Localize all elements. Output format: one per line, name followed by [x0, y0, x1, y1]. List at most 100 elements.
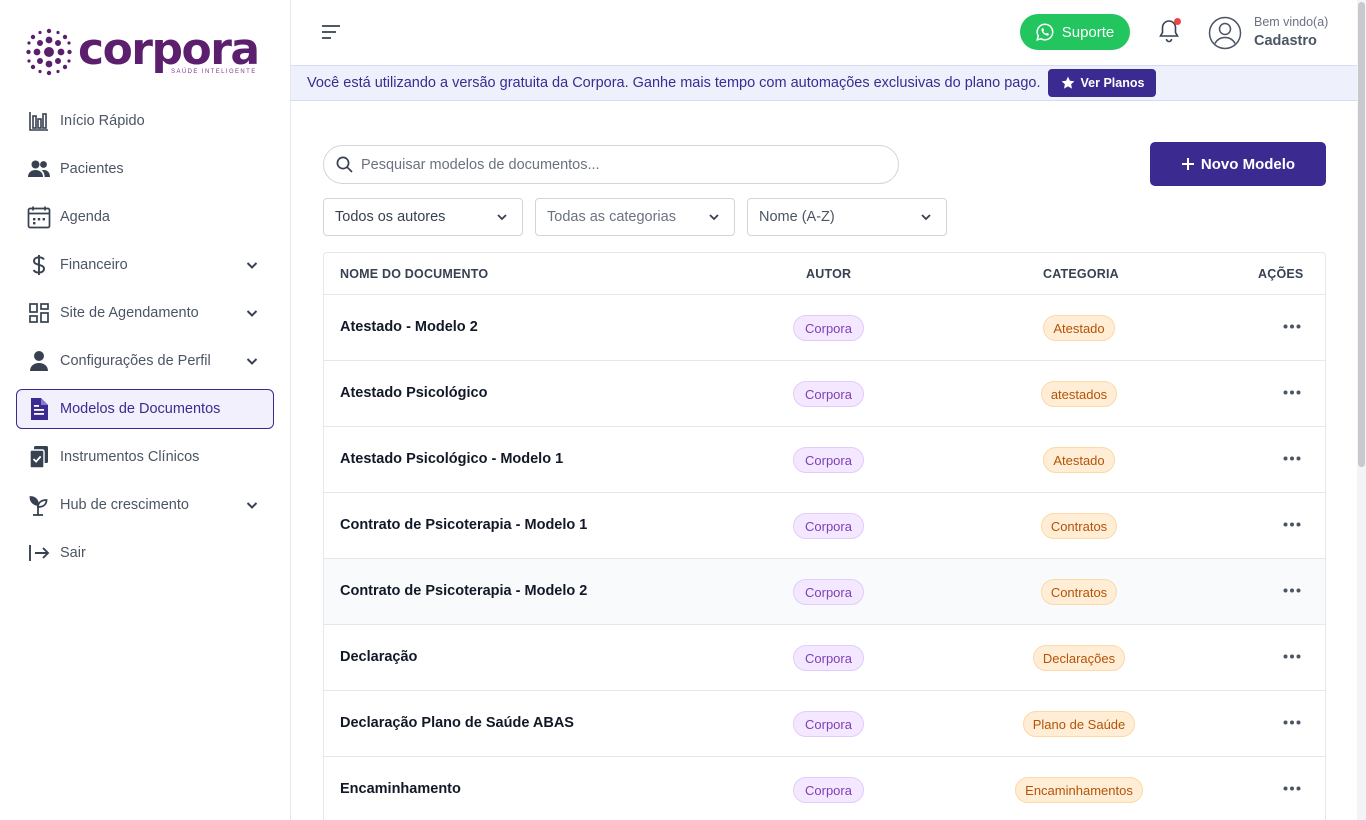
banner-text: Você está utilizando a versão gratuita d…	[307, 75, 1041, 91]
author-filter-select[interactable]: Todos os autores	[323, 198, 523, 236]
document-name[interactable]: Declaração Plano de Saúde ABAS	[340, 715, 574, 731]
support-label: Suporte	[1061, 23, 1115, 41]
chevron-down-icon	[246, 262, 258, 269]
table-row[interactable]: Contrato de Psicoterapia - Modelo 2 Corp…	[324, 559, 1325, 625]
row-actions-button[interactable]	[1279, 779, 1305, 797]
more-horizontal-icon	[1283, 720, 1301, 724]
see-plans-button[interactable]: Ver Planos	[1048, 69, 1157, 97]
document-name[interactable]: Encaminhamento	[340, 781, 461, 797]
sidebar-item-label: Financeiro	[60, 257, 128, 273]
category-badge: atestados	[1040, 381, 1118, 407]
sidebar-item-instrumentos-clinicos[interactable]: Instrumentos Clínicos	[16, 437, 274, 477]
search-box[interactable]	[323, 145, 899, 184]
corpora-logo[interactable]: corpora SAÚDE INTELIGENTE	[26, 24, 260, 76]
sidebar-item-hub-de-crescimento[interactable]: Hub de crescimento	[16, 485, 274, 525]
category-badge: Contratos	[1040, 513, 1118, 539]
document-name[interactable]: Contrato de Psicoterapia - Modelo 2	[340, 583, 587, 599]
more-horizontal-icon	[1283, 522, 1301, 526]
row-actions-button[interactable]	[1279, 383, 1305, 401]
sidebar-item-label: Pacientes	[60, 161, 124, 177]
document-name[interactable]: Declaração	[340, 649, 417, 665]
row-actions-button[interactable]	[1279, 581, 1305, 599]
notification-dot	[1174, 18, 1181, 25]
document-name[interactable]: Atestado Psicológico	[340, 385, 487, 401]
table-row[interactable]: Contrato de Psicoterapia - Modelo 1 Corp…	[324, 493, 1325, 559]
user-menu[interactable]: Bem vindo(a) Cadastro	[1208, 14, 1328, 52]
more-horizontal-icon	[1283, 588, 1301, 592]
sidebar-item-financeiro[interactable]: Financeiro	[16, 245, 274, 285]
table-row[interactable]: Encaminhamento Corpora Encaminhamentos	[324, 757, 1325, 820]
category-badge: Encaminhamentos	[1015, 777, 1143, 803]
sidebar-item-label: Configurações de Perfil	[60, 353, 211, 369]
row-actions-button[interactable]	[1279, 449, 1305, 467]
menu-toggle-icon[interactable]	[320, 23, 342, 41]
category-badge: Atestado	[1043, 447, 1115, 473]
author-badge: Corpora	[793, 381, 864, 407]
chevron-down-icon	[709, 214, 719, 221]
row-actions-button[interactable]	[1279, 647, 1305, 665]
brand-tagline: SAÚDE INTELIGENTE	[171, 69, 257, 75]
page-scrollbar[interactable]	[1357, 0, 1366, 820]
row-actions-button[interactable]	[1279, 317, 1305, 335]
sidebar-item-agenda[interactable]: Agenda	[16, 197, 274, 237]
column-header-author[interactable]: AUTOR	[806, 267, 851, 281]
chevron-down-icon	[246, 310, 258, 317]
sidebar-item-sair[interactable]: Sair	[16, 533, 274, 573]
grid-icon	[27, 301, 51, 325]
sort-select[interactable]: Nome (A-Z)	[747, 198, 947, 236]
scrollbar-thumb[interactable]	[1358, 2, 1365, 467]
sidebar-item-configuracoes-de-perfil[interactable]: Configurações de Perfil	[16, 341, 274, 381]
sidebar-item-label: Site de Agendamento	[60, 305, 199, 321]
row-actions-button[interactable]	[1279, 515, 1305, 533]
whatsapp-icon	[1035, 23, 1054, 41]
notifications-button[interactable]	[1157, 18, 1183, 46]
sidebar-item-label: Agenda	[60, 209, 110, 225]
clipboard-icon	[27, 445, 51, 469]
table-row[interactable]: Declaração Plano de Saúde ABAS Corpora P…	[324, 691, 1325, 757]
category-badge: Plano de Saúde	[1022, 711, 1136, 737]
sidebar-item-label: Instrumentos Clínicos	[60, 449, 200, 465]
more-horizontal-icon	[1283, 654, 1301, 658]
search-input[interactable]	[361, 156, 881, 173]
table-body: Atestado - Modelo 2 Corpora Atestado Ate…	[324, 295, 1325, 820]
search-icon	[336, 156, 353, 173]
avatar-icon	[1208, 16, 1242, 50]
brand-name: corpora	[78, 24, 260, 75]
sidebar-item-modelos-de-documentos[interactable]: Modelos de Documentos	[16, 389, 274, 429]
author-badge: Corpora	[793, 645, 864, 671]
author-badge: Corpora	[793, 447, 864, 473]
table-row[interactable]: Atestado - Modelo 2 Corpora Atestado	[324, 295, 1325, 361]
chevron-down-icon	[246, 502, 258, 509]
table-row[interactable]: Declaração Corpora Declarações	[324, 625, 1325, 691]
more-horizontal-icon	[1283, 786, 1301, 790]
chevron-down-icon	[246, 358, 258, 365]
chevron-down-icon	[921, 214, 931, 221]
chevron-down-icon	[497, 214, 507, 221]
new-model-button[interactable]: Novo Modelo	[1150, 142, 1326, 186]
users-icon	[27, 157, 51, 181]
document-name[interactable]: Contrato de Psicoterapia - Modelo 1	[340, 517, 587, 533]
support-button[interactable]: Suporte	[1020, 14, 1130, 50]
user-icon	[27, 349, 51, 373]
sort-value: Nome (A-Z)	[759, 209, 835, 225]
author-filter-value: Todos os autores	[335, 209, 446, 225]
table-row[interactable]: Atestado Psicológico - Modelo 1 Corpora …	[324, 427, 1325, 493]
category-badge: Declarações	[1032, 645, 1126, 671]
category-badge: Contratos	[1040, 579, 1118, 605]
column-header-category[interactable]: CATEGORIA	[1043, 267, 1119, 281]
new-model-label: Novo Modelo	[1200, 155, 1296, 173]
sidebar-item-label: Início Rápido	[60, 113, 145, 129]
document-name[interactable]: Atestado Psicológico - Modelo 1	[340, 451, 563, 467]
sidebar-item-pacientes[interactable]: Pacientes	[16, 149, 274, 189]
document-name[interactable]: Atestado - Modelo 2	[340, 319, 478, 335]
sidebar-item-label: Hub de crescimento	[60, 497, 189, 513]
category-filter-select[interactable]: Todas as categorias	[535, 198, 735, 236]
sidebar-item-site-de-agendamento[interactable]: Site de Agendamento	[16, 293, 274, 333]
sidebar-item-inicio-rapido[interactable]: Início Rápido	[16, 101, 274, 141]
sidebar-item-label: Sair	[60, 545, 86, 561]
column-header-name[interactable]: NOME DO DOCUMENTO	[340, 267, 488, 281]
table-row[interactable]: Atestado Psicológico Corpora atestados	[324, 361, 1325, 427]
more-horizontal-icon	[1283, 390, 1301, 394]
bar-chart-icon	[27, 109, 51, 133]
row-actions-button[interactable]	[1279, 713, 1305, 731]
